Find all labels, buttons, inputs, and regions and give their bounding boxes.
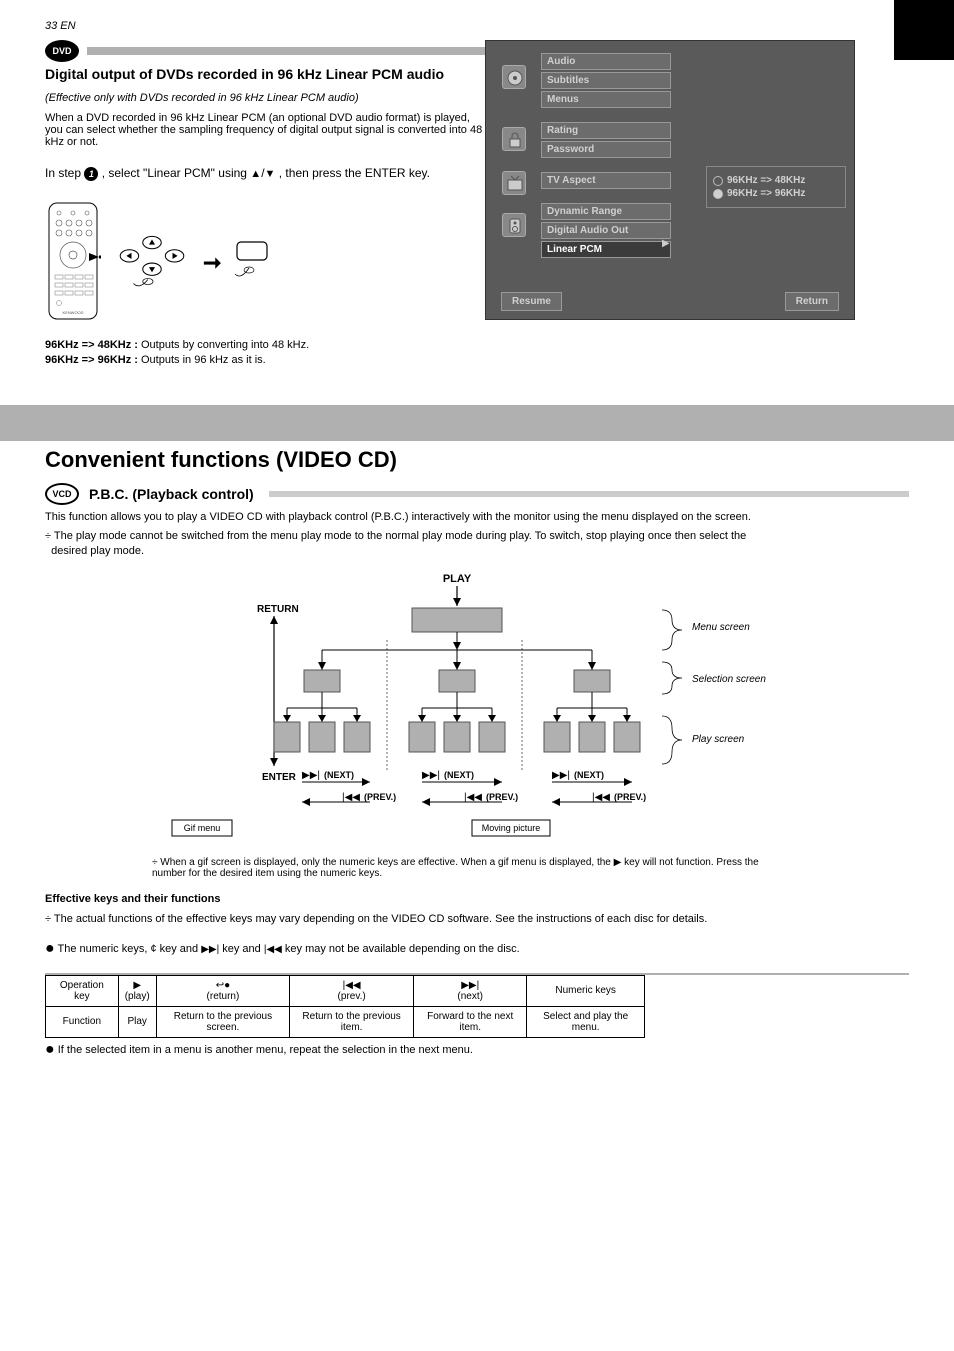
- cell-prev: Return to the previous item.: [290, 1006, 414, 1037]
- menu-item-password[interactable]: Password: [541, 141, 671, 158]
- linear-pcm-options-panel: 96KHz => 48KHz 96KHz => 96KHz: [706, 166, 846, 208]
- radio-96-96[interactable]: 96KHz => 96KHz: [713, 188, 839, 199]
- language-group-icon: [502, 65, 526, 89]
- major-section-title: Convenient functions (VIDEO CD): [45, 447, 954, 473]
- remote-control-icon: KENWOOD: [45, 201, 101, 324]
- menu-item-dynamic-range[interactable]: Dynamic Range: [541, 203, 671, 220]
- cell-play: Play: [118, 1006, 156, 1037]
- section-desc: When a DVD recorded in 96 kHz Linear PCM…: [45, 112, 485, 148]
- vcd-heading: P.B.C. (Playback control): [89, 486, 254, 502]
- page-corner-tab: [894, 0, 954, 60]
- svg-text:Moving picture: Moving picture: [482, 823, 541, 833]
- menu-item-subtitles[interactable]: Subtitles: [541, 72, 671, 89]
- cell-next: Forward to the next item.: [414, 1006, 527, 1037]
- svg-text:|◀◀: |◀◀: [464, 792, 482, 803]
- svg-text:▶▶|: ▶▶|: [302, 770, 320, 781]
- next-track-icon: ▶▶|: [461, 980, 479, 991]
- svg-text:▶▶|: ▶▶|: [422, 770, 440, 781]
- enter-key-icon: [231, 236, 273, 289]
- svg-text:(NEXT): (NEXT): [574, 770, 604, 780]
- cell-return: Return to the previous screen.: [156, 1006, 289, 1037]
- svg-text:(NEXT): (NEXT): [324, 770, 354, 780]
- bullet-note-1: ● The numeric keys, ¢ key and ▶▶| key an…: [45, 943, 909, 955]
- section-title: Digital output of DVDs recorded in 96 kH…: [45, 66, 485, 82]
- th-next: ▶▶| (next): [414, 975, 527, 1006]
- svg-text:(PREV.): (PREV.): [364, 792, 396, 802]
- svg-text:ENTER: ENTER: [262, 772, 297, 783]
- th-prev: |◀◀ (prev.): [290, 975, 414, 1006]
- svg-text:(PREV.): (PREV.): [614, 792, 646, 802]
- svg-text:RETURN: RETURN: [257, 604, 299, 615]
- svg-text:|◀◀: |◀◀: [342, 792, 360, 803]
- effective-keys-note: ÷ The actual functions of the effective …: [45, 913, 909, 925]
- section-subhint: (Effective only with DVDs recorded in 96…: [45, 92, 485, 104]
- final-bullet-note: ● If the selected item in a menu is anot…: [45, 1044, 909, 1056]
- menu-item-audio[interactable]: Audio: [541, 53, 671, 70]
- menu-item-menus[interactable]: Menus: [541, 91, 671, 108]
- svg-text:(NEXT): (NEXT): [444, 770, 474, 780]
- page-number: 33 EN: [0, 20, 76, 32]
- tv-menu-screenshot: Audio Subtitles Menus Rating Password TV…: [485, 40, 855, 320]
- svg-text:PLAY: PLAY: [443, 573, 472, 585]
- play-triangle-icon: ▶: [614, 857, 622, 868]
- diagram-footnote: ÷ When a gif screen is displayed, only t…: [152, 857, 802, 879]
- submenu-indicator-icon: ▶: [662, 238, 670, 249]
- effective-keys-title: Effective keys and their functions: [45, 893, 909, 905]
- return-icon: ↩●: [216, 980, 230, 991]
- prev-icon: |◀◀: [264, 944, 282, 955]
- menu-item-tvaspect[interactable]: TV Aspect: [541, 172, 671, 189]
- radio-96-48[interactable]: 96KHz => 48KHz: [713, 175, 839, 186]
- th-operation-key: Operation key: [46, 975, 119, 1006]
- svg-text:▶▶|: ▶▶|: [552, 770, 570, 781]
- svg-text:(PREV.): (PREV.): [486, 792, 518, 802]
- radio-unselected-icon: [713, 176, 723, 186]
- svg-text:Menu screen: Menu screen: [692, 622, 750, 633]
- svg-text:Selection screen: Selection screen: [692, 674, 766, 685]
- menu-item-rating[interactable]: Rating: [541, 122, 671, 139]
- next-icon: ▶▶|: [201, 944, 219, 955]
- cell-numeric: Select and play the menu.: [527, 1006, 645, 1037]
- function-table: Operation key ▶ (play) ↩● (return) |◀◀ (…: [45, 975, 645, 1038]
- speaker-group-icon: [502, 213, 526, 237]
- tv-group-icon: [502, 171, 526, 195]
- vcd-badge: VCD: [45, 483, 79, 505]
- up-arrow-icon: ▲: [250, 168, 261, 180]
- menu-item-digital-audio-out[interactable]: Digital Audio Out: [541, 222, 671, 239]
- vcd-note: ÷ The play mode cannot be switched from …: [45, 529, 909, 560]
- svg-text:Play screen: Play screen: [692, 734, 745, 745]
- vcd-description: This function allows you to play a VIDEO…: [45, 511, 909, 523]
- step-number-bullet-icon: 1: [84, 167, 98, 181]
- prev-track-icon: |◀◀: [343, 980, 361, 991]
- option-96-96: 96KHz => 96KHz : Outputs in 96 kHz as it…: [45, 353, 485, 368]
- dvd-badge: DVD: [45, 40, 79, 62]
- radio-selected-icon: [713, 189, 723, 199]
- row-label: Function: [46, 1006, 119, 1037]
- menu-item-linear-pcm[interactable]: Linear PCM: [541, 241, 671, 258]
- pbc-diagram: PLAY RETURN ENTER: [152, 570, 802, 879]
- svg-text:Gif menu: Gif menu: [184, 823, 221, 833]
- th-return: ↩● (return): [156, 975, 289, 1006]
- section-divider: [87, 47, 485, 55]
- step-instruction: In step 1 , select "Linear PCM" using ▲/…: [45, 166, 485, 181]
- dpad-icon: [111, 230, 193, 295]
- svg-text:KENWOOD: KENWOOD: [62, 310, 83, 315]
- right-arrow-icon: ➞: [203, 250, 221, 276]
- th-play: ▶ (play): [118, 975, 156, 1006]
- menu-return-button[interactable]: Return: [785, 292, 839, 311]
- play-icon: ▶: [133, 980, 141, 991]
- menu-resume-button[interactable]: Resume: [501, 292, 562, 311]
- svg-text:|◀◀: |◀◀: [592, 792, 610, 803]
- lock-group-icon: [502, 127, 526, 151]
- major-divider: [0, 405, 954, 441]
- subsection-divider: [269, 491, 909, 497]
- th-numeric: Numeric keys: [527, 975, 645, 1006]
- down-arrow-icon: ▼: [265, 168, 276, 180]
- option-96-48: 96KHz => 48KHz : Outputs by converting i…: [45, 338, 485, 353]
